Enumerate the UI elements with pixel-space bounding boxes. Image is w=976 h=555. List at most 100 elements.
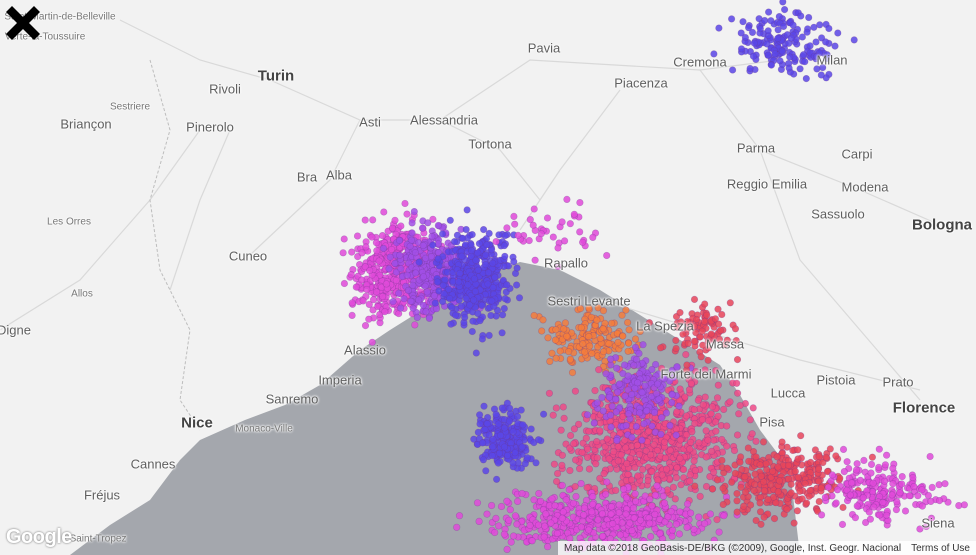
terms-of-use-link[interactable]: Terms of Use [911, 543, 970, 554]
city-label: Florence [892, 399, 956, 417]
data-point [662, 409, 671, 417]
data-point [415, 258, 423, 266]
map-base [0, 0, 969, 555]
data-point [618, 519, 626, 527]
city-label: Bra [296, 169, 318, 185]
data-point [797, 12, 805, 20]
data-point [802, 499, 811, 507]
data-point [468, 247, 476, 255]
data-point [639, 341, 647, 349]
data-point [634, 472, 642, 480]
data-point [616, 531, 624, 539]
data-point [463, 206, 471, 214]
city-label: Monaco-Ville [235, 423, 293, 435]
map-canvas[interactable]: Saint-Martin-de-Belleville Verte-la-Tous… [0, 0, 976, 555]
city-label: Sestri Levante [547, 293, 631, 309]
data-point [474, 266, 482, 274]
data-point [585, 465, 594, 473]
data-point [503, 281, 511, 289]
data-point [801, 58, 809, 66]
data-point [599, 325, 607, 333]
data-point [785, 64, 793, 72]
data-point [728, 66, 737, 74]
data-point [548, 495, 556, 503]
data-point [802, 74, 810, 83]
data-point [701, 393, 709, 401]
data-point [710, 468, 718, 476]
data-point [713, 394, 722, 402]
data-point [475, 240, 484, 248]
data-point [589, 500, 597, 508]
data-point [559, 508, 567, 516]
data-point [588, 349, 596, 358]
data-point [615, 501, 623, 509]
data-point [833, 486, 842, 494]
data-point [764, 8, 773, 16]
data-point [683, 500, 692, 508]
data-point [498, 329, 506, 337]
google-logo: Google [6, 526, 72, 548]
data-point [776, 57, 784, 65]
city-label: Carpi [841, 146, 873, 162]
data-point [577, 480, 585, 488]
data-point [775, 13, 783, 21]
data-point [372, 239, 381, 247]
data-point [730, 446, 739, 455]
data-point [469, 317, 477, 325]
data-point [761, 16, 769, 25]
data-point [723, 442, 731, 450]
data-point [635, 450, 644, 459]
data-point [348, 248, 356, 256]
data-point [648, 468, 656, 476]
data-point [910, 483, 918, 491]
data-point [476, 317, 484, 325]
data-point [655, 395, 663, 403]
data-point [515, 294, 524, 302]
data-point [660, 438, 669, 446]
data-point [764, 27, 772, 35]
city-label: Pisa [759, 414, 785, 430]
map-attribution-bar: Map data ©2018 GeoBasis-DE/BKG (©2009), … [557, 541, 976, 555]
data-point [474, 309, 482, 318]
city-label: Saint-Tropez [69, 533, 127, 545]
data-point [831, 42, 839, 50]
data-point [577, 324, 585, 332]
data-point [846, 491, 854, 499]
data-point [690, 457, 698, 465]
data-point [673, 464, 681, 472]
data-point [779, 22, 788, 31]
data-point [898, 480, 906, 488]
data-point [731, 325, 740, 333]
data-point [563, 332, 571, 340]
data-point [656, 344, 665, 352]
x-marker-icon[interactable] [0, 0, 46, 46]
data-point [530, 311, 538, 320]
data-point [489, 435, 497, 443]
data-point [569, 499, 578, 507]
data-point [439, 281, 447, 290]
data-point [455, 278, 463, 286]
data-point [815, 453, 823, 461]
data-point [403, 210, 411, 218]
data-point [429, 241, 437, 249]
city-label: Lucca [770, 385, 806, 401]
data-point [543, 214, 552, 222]
data-point [424, 219, 432, 227]
data-point [780, 6, 789, 14]
data-point [451, 311, 460, 319]
data-point [397, 304, 405, 312]
data-point [381, 308, 389, 316]
data-point [472, 349, 480, 357]
data-point [882, 511, 891, 519]
data-point [534, 521, 543, 529]
city-label: Allos [71, 288, 93, 300]
data-point [495, 231, 503, 239]
data-point [575, 465, 584, 473]
data-point [850, 36, 858, 44]
data-point [474, 249, 482, 257]
data-point [407, 297, 415, 305]
data-point [564, 348, 573, 356]
data-point [409, 304, 417, 312]
data-point [602, 490, 610, 498]
data-point [579, 517, 587, 525]
